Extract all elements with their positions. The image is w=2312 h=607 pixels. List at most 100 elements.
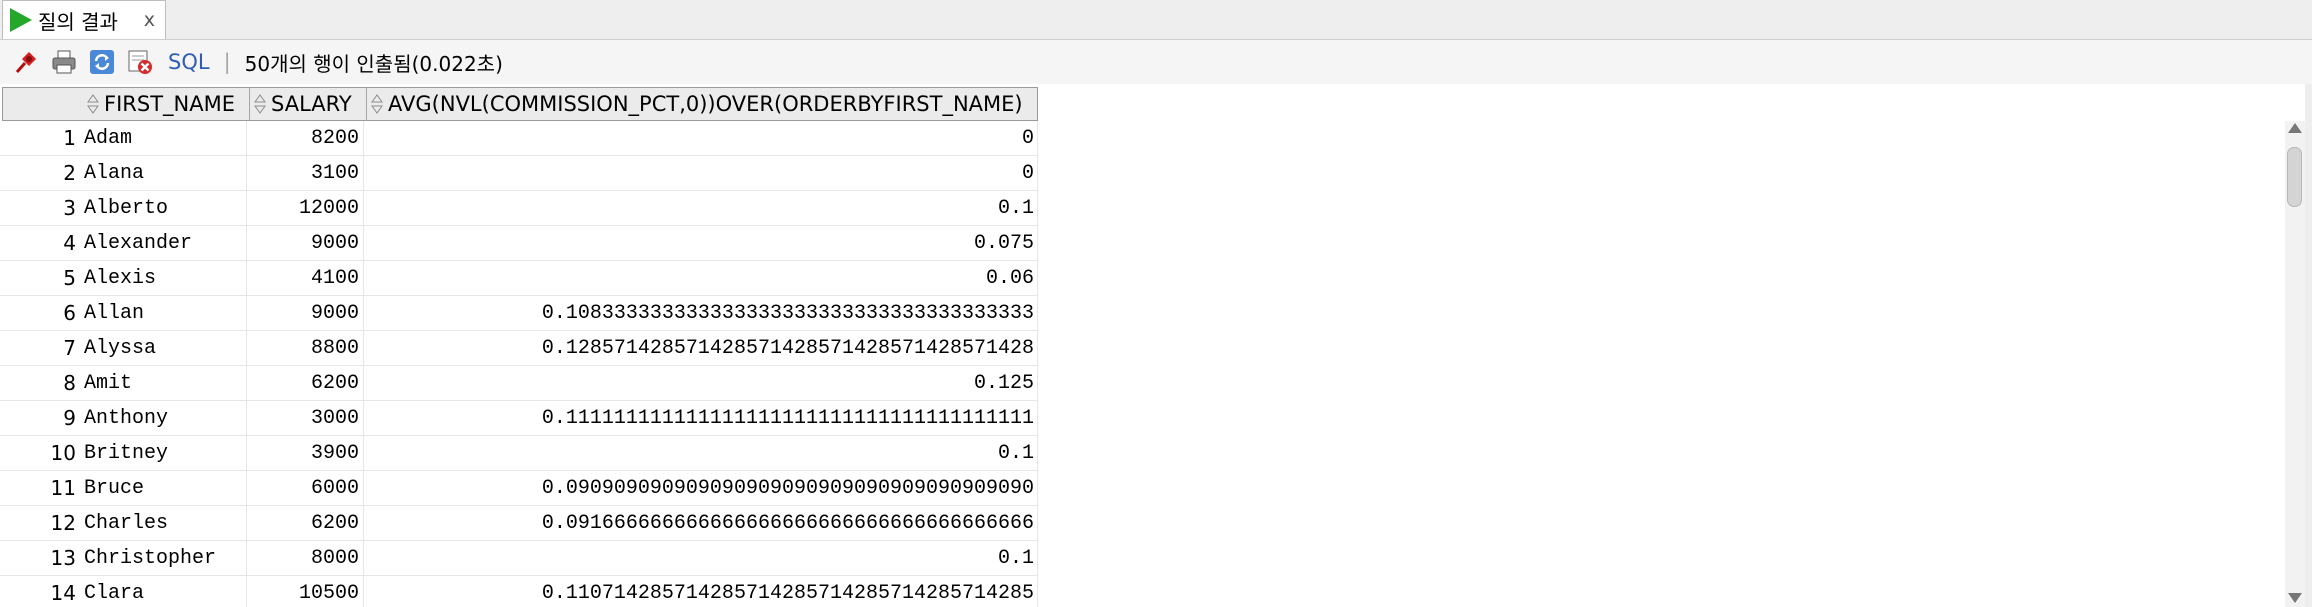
table-row[interactable]: 2 Alana 3100 0 (0, 156, 1038, 191)
column-header-first-name[interactable]: FIRST_NAME (83, 88, 250, 120)
table-row[interactable]: 5 Alexis 4100 0.06 (0, 261, 1038, 296)
cell-first-name[interactable]: Christopher (82, 541, 247, 575)
cell-salary[interactable]: 3900 (247, 436, 364, 470)
cell-avg[interactable]: 0.1 (364, 191, 1038, 225)
toolbar-separator: | (223, 50, 231, 74)
cell-avg[interactable]: 0 (364, 121, 1038, 155)
scroll-up-icon[interactable] (2288, 123, 2302, 133)
cell-avg[interactable]: 0.10833333333333333333333333333333333333… (364, 296, 1038, 330)
cell-first-name[interactable]: Britney (82, 436, 247, 470)
cell-salary[interactable]: 6200 (247, 366, 364, 400)
delete-icon[interactable] (126, 48, 154, 76)
grid-body: 1 Adam 8200 0 2 Alana 3100 0 3 Alberto 1… (0, 121, 2290, 607)
cell-salary[interactable]: 9000 (247, 226, 364, 260)
tab-label: 질의 결과 (38, 9, 118, 34)
row-number: 7 (63, 336, 76, 360)
cell-avg[interactable]: 0 (364, 156, 1038, 190)
scroll-down-icon[interactable] (2288, 593, 2302, 603)
table-row[interactable]: 13 Christopher 8000 0.1 (0, 541, 1038, 576)
row-number: 1 (63, 126, 76, 150)
cell-avg[interactable]: 0.1 (364, 541, 1038, 575)
column-label: SALARY (271, 92, 352, 116)
table-row[interactable]: 10 Britney 3900 0.1 (0, 436, 1038, 471)
cell-salary[interactable]: 3000 (247, 401, 364, 435)
row-number: 8 (63, 371, 76, 395)
cell-avg[interactable]: 0.075 (364, 226, 1038, 260)
close-icon[interactable]: x (144, 9, 155, 31)
cell-salary[interactable]: 3100 (247, 156, 364, 190)
cell-avg[interactable]: 0.1 (364, 436, 1038, 470)
scroll-thumb[interactable] (2287, 147, 2302, 207)
cell-first-name[interactable]: Charles (82, 506, 247, 540)
cell-salary[interactable]: 8000 (247, 541, 364, 575)
row-number: 3 (63, 196, 76, 220)
panel-edge (2305, 84, 2312, 607)
row-number: 9 (63, 406, 76, 430)
print-icon[interactable] (50, 48, 78, 76)
table-row[interactable]: 11 Bruce 6000 0.090909090909090909090909… (0, 471, 1038, 506)
row-number: 12 (50, 511, 76, 535)
table-row[interactable]: 1 Adam 8200 0 (0, 121, 1038, 156)
table-row[interactable]: 9 Anthony 3000 0.11111111111111111111111… (0, 401, 1038, 436)
cell-first-name[interactable]: Alana (82, 156, 247, 190)
cell-avg[interactable]: 0.06 (364, 261, 1038, 295)
cell-first-name[interactable]: Alexis (82, 261, 247, 295)
grid-header: FIRST_NAME SALARY AVG(NVL(COMMISSION_PCT… (2, 87, 1038, 121)
cell-salary[interactable]: 9000 (247, 296, 364, 330)
cell-avg[interactable]: 0.12857142857142857142857142857142857142… (364, 331, 1038, 365)
cell-avg[interactable]: 0.09166666666666666666666666666666666666… (364, 506, 1038, 540)
row-number: 5 (63, 266, 76, 290)
pin-icon[interactable] (12, 48, 40, 76)
cell-salary[interactable]: 8200 (247, 121, 364, 155)
row-number: 13 (50, 546, 76, 570)
cell-first-name[interactable]: Allan (82, 296, 247, 330)
column-label: FIRST_NAME (104, 92, 235, 116)
row-number: 11 (50, 476, 76, 500)
table-row[interactable]: 7 Alyssa 8800 0.128571428571428571428571… (0, 331, 1038, 366)
table-row[interactable]: 6 Allan 9000 0.1083333333333333333333333… (0, 296, 1038, 331)
cell-first-name[interactable]: Amit (82, 366, 247, 400)
cell-first-name[interactable]: Clara (82, 576, 247, 607)
cell-salary[interactable]: 6000 (247, 471, 364, 505)
cell-salary[interactable]: 4100 (247, 261, 364, 295)
cell-salary[interactable]: 8800 (247, 331, 364, 365)
cell-first-name[interactable]: Alexander (82, 226, 247, 260)
cell-salary[interactable]: 6200 (247, 506, 364, 540)
column-header-salary[interactable]: SALARY (250, 88, 367, 120)
refresh-icon[interactable] (88, 48, 116, 76)
cell-salary[interactable]: 12000 (247, 191, 364, 225)
sql-button[interactable]: SQL (168, 50, 210, 74)
table-row[interactable]: 8 Amit 6200 0.125 (0, 366, 1038, 401)
sort-icon (371, 94, 383, 114)
cell-avg[interactable]: 0.125 (364, 366, 1038, 400)
cell-avg[interactable]: 0.09090909090909090909090909090909090909… (364, 471, 1038, 505)
tab-query-result[interactable]: 질의 결과 x (2, 0, 166, 39)
cell-first-name[interactable]: Bruce (82, 471, 247, 505)
cell-first-name[interactable]: Alberto (82, 191, 247, 225)
sort-icon (87, 94, 99, 114)
table-row[interactable]: 12 Charles 6200 0.0916666666666666666666… (0, 506, 1038, 541)
column-label: AVG(NVL(COMMISSION_PCT,0))OVER(ORDERBYFI… (388, 92, 1023, 116)
cell-first-name[interactable]: Anthony (82, 401, 247, 435)
table-row[interactable]: 3 Alberto 12000 0.1 (0, 191, 1038, 226)
table-row[interactable]: 4 Alexander 9000 0.075 (0, 226, 1038, 261)
row-number: 14 (50, 581, 76, 605)
cell-first-name[interactable]: Alyssa (82, 331, 247, 365)
toolbar: SQL | 50개의 행이 인출됨(0.022초) (0, 40, 2312, 84)
row-number: 2 (63, 161, 76, 185)
cell-first-name[interactable]: Adam (82, 121, 247, 155)
row-number: 10 (50, 441, 76, 465)
run-icon (10, 8, 32, 32)
table-row[interactable]: 14 Clara 10500 0.11071428571428571428571… (0, 576, 1038, 607)
row-number: 6 (63, 301, 76, 325)
tab-strip: 질의 결과 x (0, 0, 2312, 40)
cell-salary[interactable]: 10500 (247, 576, 364, 607)
fetch-status: 50개의 행이 인출됨(0.022초) (244, 51, 503, 76)
sort-icon (254, 94, 266, 114)
cell-avg[interactable]: 0.11111111111111111111111111111111111111… (364, 401, 1038, 435)
column-header-avg[interactable]: AVG(NVL(COMMISSION_PCT,0))OVER(ORDERBYFI… (367, 88, 1037, 120)
cell-avg[interactable]: 0.11071428571428571428571428571428571428… (364, 576, 1038, 607)
vertical-scrollbar[interactable] (2285, 121, 2305, 607)
result-grid: FIRST_NAME SALARY AVG(NVL(COMMISSION_PCT… (0, 87, 2290, 607)
row-number: 4 (63, 231, 76, 255)
